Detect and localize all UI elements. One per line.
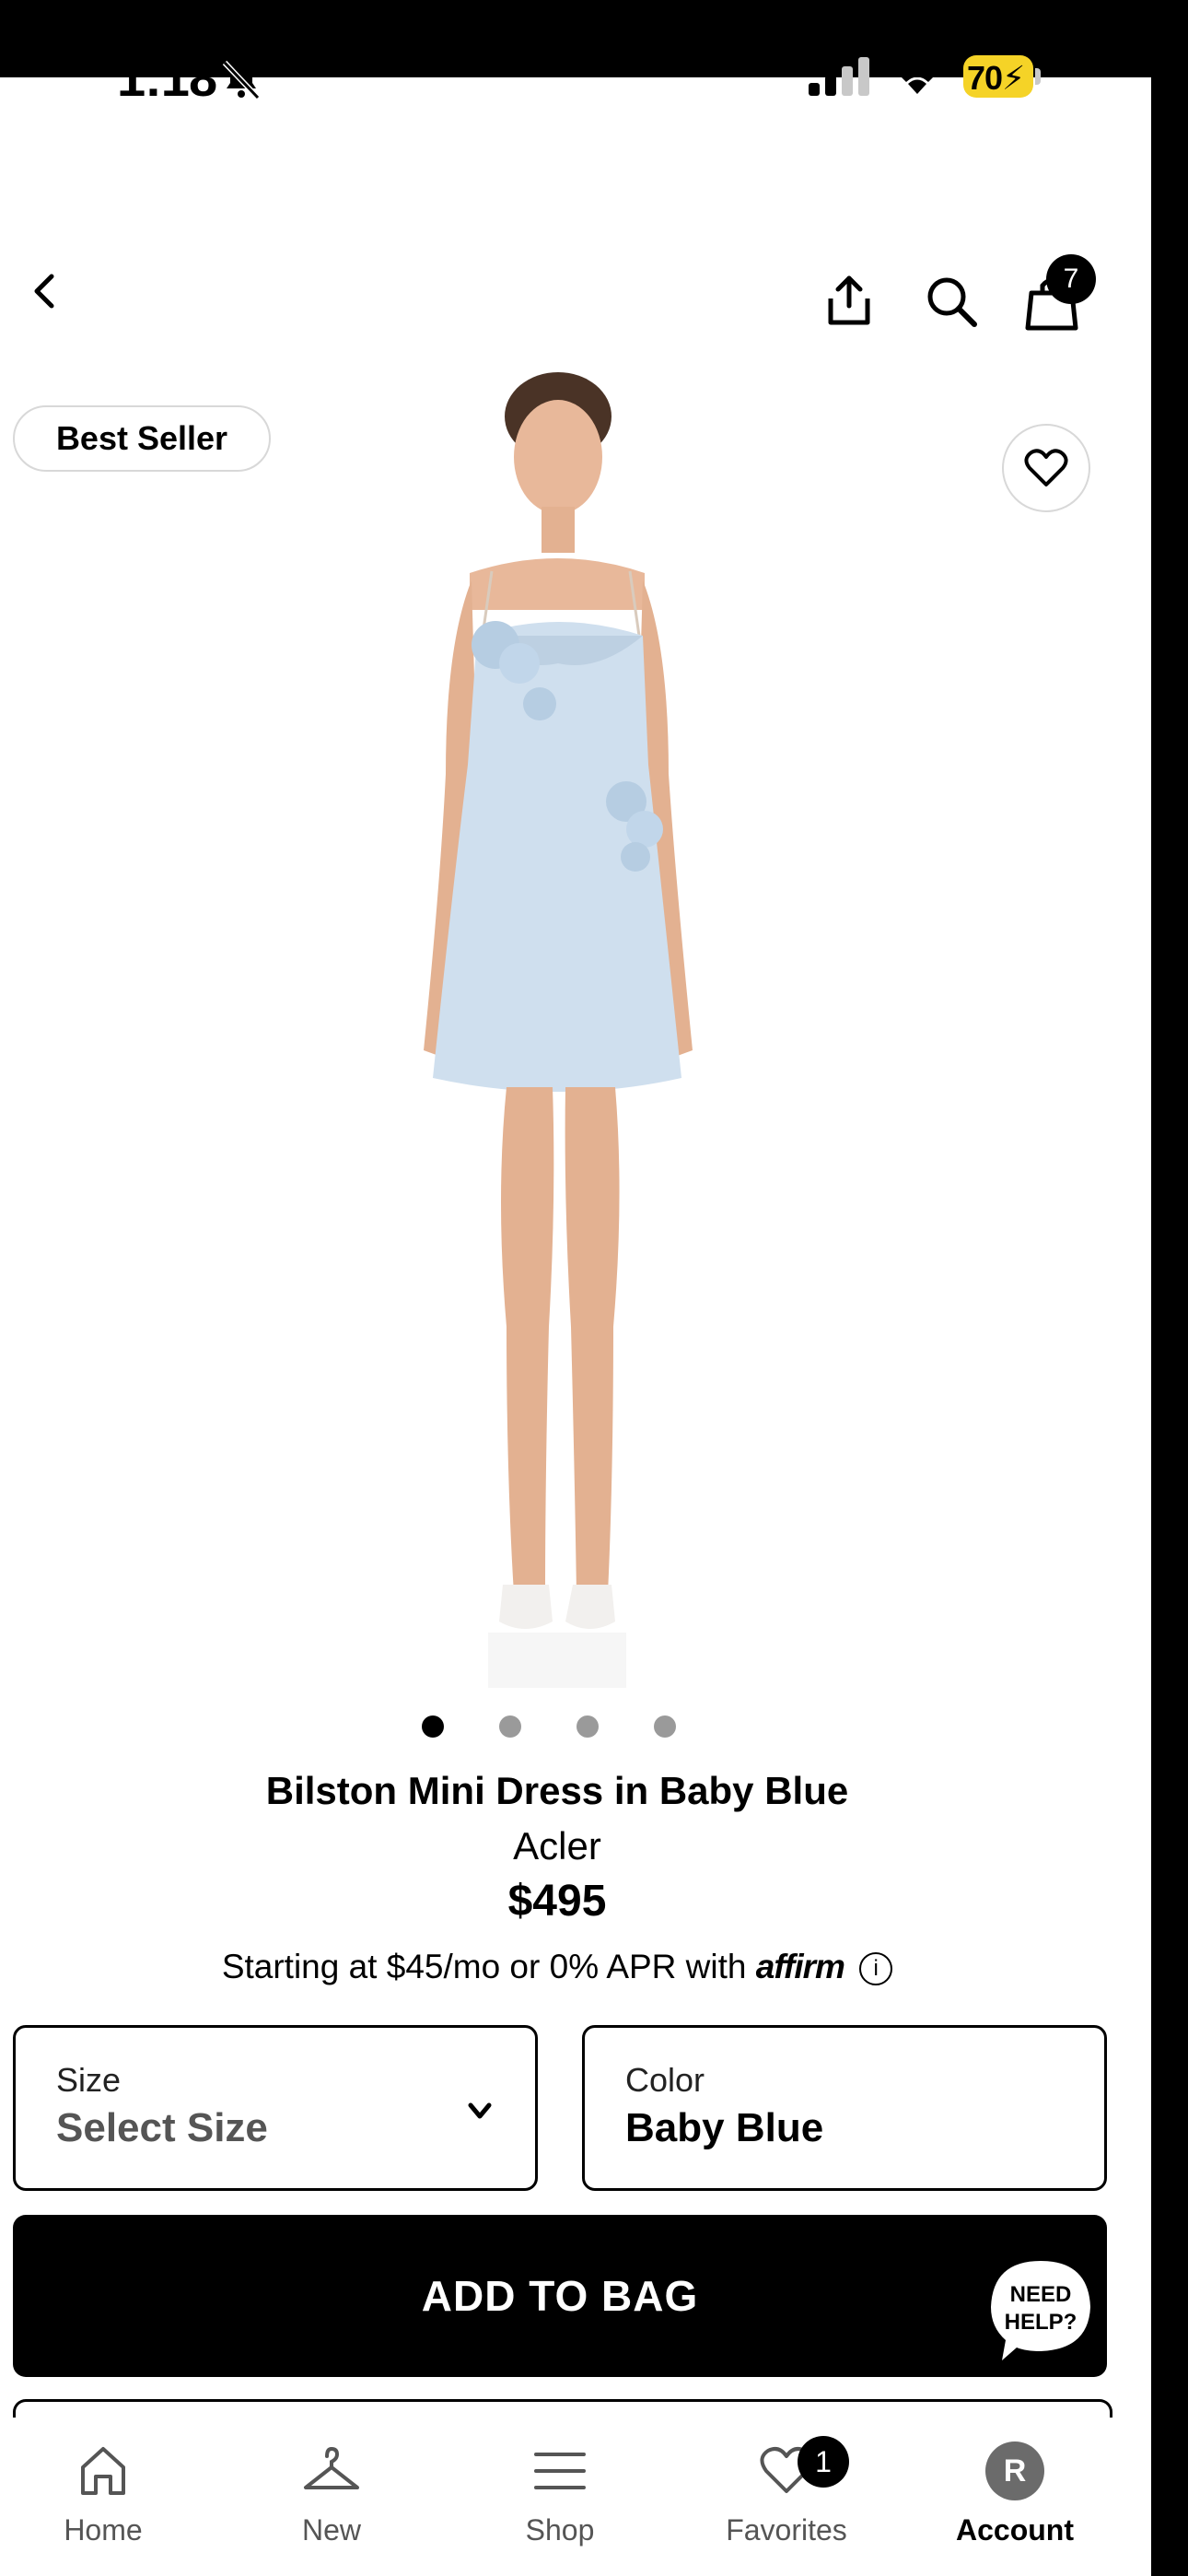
favorite-button[interactable] xyxy=(1002,424,1090,512)
carousel-dot[interactable] xyxy=(654,1715,676,1738)
financing-row: Starting at $45/mo or 0% APR with affirm… xyxy=(0,1948,1114,1986)
menu-icon xyxy=(534,2453,586,2489)
color-selector[interactable]: Color Baby Blue xyxy=(582,2025,1107,2191)
heart-icon xyxy=(1024,449,1068,486)
product-price: $495 xyxy=(507,1877,607,1926)
tab-label: Home xyxy=(64,2513,143,2547)
need-help-label: NEED HELP? xyxy=(989,2281,1092,2336)
carousel-pagination[interactable] xyxy=(422,1715,707,1743)
top-nav-bar: 7 xyxy=(0,214,1151,362)
best-seller-badge: Best Seller xyxy=(13,405,271,472)
size-selector[interactable]: Size Select Size xyxy=(13,2025,538,2191)
signal-icon xyxy=(809,57,869,96)
home-icon xyxy=(81,2447,125,2495)
bell-muted-icon xyxy=(222,60,261,100)
tab-favorites[interactable]: 1 Favorites xyxy=(694,2436,879,2547)
wifi-icon xyxy=(891,55,943,94)
color-value: Baby Blue xyxy=(625,2105,824,2150)
tab-label: Favorites xyxy=(726,2513,847,2547)
product-brand[interactable]: Acler xyxy=(0,1824,1114,1868)
need-help-line2: HELP? xyxy=(1004,2310,1077,2335)
hanger-icon xyxy=(304,2446,359,2489)
tab-shop[interactable]: Shop xyxy=(468,2441,652,2547)
tab-label: Shop xyxy=(525,2513,595,2547)
product-name: Bilston Mini Dress in Baby Blue xyxy=(265,1769,849,1812)
back-chevron-icon[interactable] xyxy=(26,269,66,313)
status-time: 1:18 xyxy=(117,49,217,107)
size-label: Size xyxy=(56,2061,122,2099)
need-help-line1: NEED xyxy=(1009,2282,1072,2307)
tab-label: Account xyxy=(956,2513,1074,2547)
search-icon[interactable] xyxy=(925,275,978,328)
chevron-down-icon xyxy=(468,2102,492,2119)
color-label: Color xyxy=(625,2061,705,2099)
carousel-dot[interactable] xyxy=(577,1715,599,1738)
tab-home[interactable]: Home xyxy=(11,2441,195,2547)
need-help-button[interactable]: NEED HELP? xyxy=(989,2257,1100,2368)
tab-label: New xyxy=(301,2513,361,2547)
carousel-dot[interactable] xyxy=(422,1715,444,1738)
add-to-bag-button[interactable]: ADD TO BAG xyxy=(13,2215,1107,2377)
affirm-logo: affirm xyxy=(755,1948,845,1985)
avatar: R xyxy=(985,2441,1044,2500)
tab-account[interactable]: R Account xyxy=(923,2441,1107,2547)
info-icon[interactable]: i xyxy=(859,1952,893,1986)
bottom-tab-bar: Home New Shop 1 Favorites R Account xyxy=(0,2418,1151,2576)
carousel-dot[interactable] xyxy=(499,1715,521,1738)
favorites-count-badge: 1 xyxy=(798,2436,849,2488)
product-image[interactable] xyxy=(368,369,737,1695)
tab-new[interactable]: New xyxy=(239,2441,424,2547)
cart-count-badge: 7 xyxy=(1046,254,1096,304)
size-value: Select Size xyxy=(56,2105,268,2150)
share-icon[interactable] xyxy=(823,273,875,328)
battery-indicator: 70⚡ xyxy=(963,55,1042,98)
financing-text: Starting at $45/mo or 0% APR with xyxy=(221,1948,747,1985)
battery-level: 70 xyxy=(967,59,1003,97)
